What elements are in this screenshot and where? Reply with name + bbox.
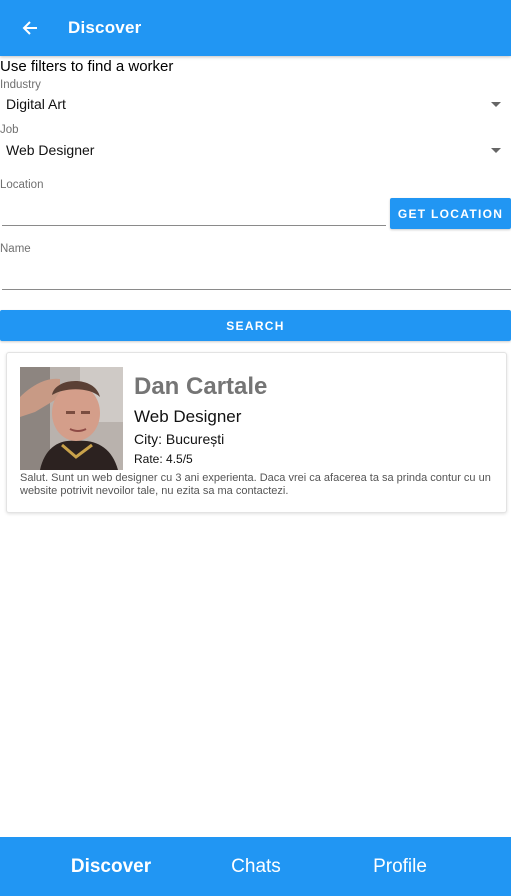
back-button[interactable] [18, 16, 42, 40]
chevron-down-icon [491, 102, 501, 107]
industry-label: Industry [0, 79, 41, 91]
industry-select[interactable]: Digital Art [0, 92, 505, 118]
nav-discover[interactable]: Discover [51, 837, 171, 896]
chevron-down-icon [491, 148, 501, 153]
worker-city: City: București [134, 431, 225, 447]
name-input[interactable] [2, 266, 511, 290]
worker-description: Salut. Sunt un web designer cu 3 ani exp… [20, 472, 491, 497]
arrow-left-icon [22, 21, 37, 35]
location-label: Location [0, 179, 44, 191]
job-value: Web Designer [6, 142, 95, 158]
industry-value: Digital Art [6, 96, 66, 112]
worker-card[interactable]: Dan Cartale Web Designer City: București… [6, 352, 507, 513]
get-location-button[interactable]: GET LOCATION [390, 198, 511, 229]
worker-name: Dan Cartale [134, 373, 268, 400]
nav-chats[interactable]: Chats [196, 837, 316, 896]
app-bar: Discover [0, 0, 511, 56]
bottom-nav: Discover Chats Profile [0, 837, 511, 896]
job-select[interactable]: Web Designer [0, 138, 505, 164]
filters-heading: Use filters to find a worker [0, 58, 174, 75]
worker-job: Web Designer [134, 407, 242, 426]
job-label: Job [0, 124, 19, 136]
page-title: Discover [68, 18, 142, 37]
search-button[interactable]: SEARCH [0, 310, 511, 341]
worker-rate: Rate: 4.5/5 [134, 452, 193, 466]
location-input[interactable] [2, 202, 386, 226]
nav-profile[interactable]: Profile [340, 837, 460, 896]
name-label: Name [0, 243, 31, 255]
avatar [20, 367, 123, 470]
